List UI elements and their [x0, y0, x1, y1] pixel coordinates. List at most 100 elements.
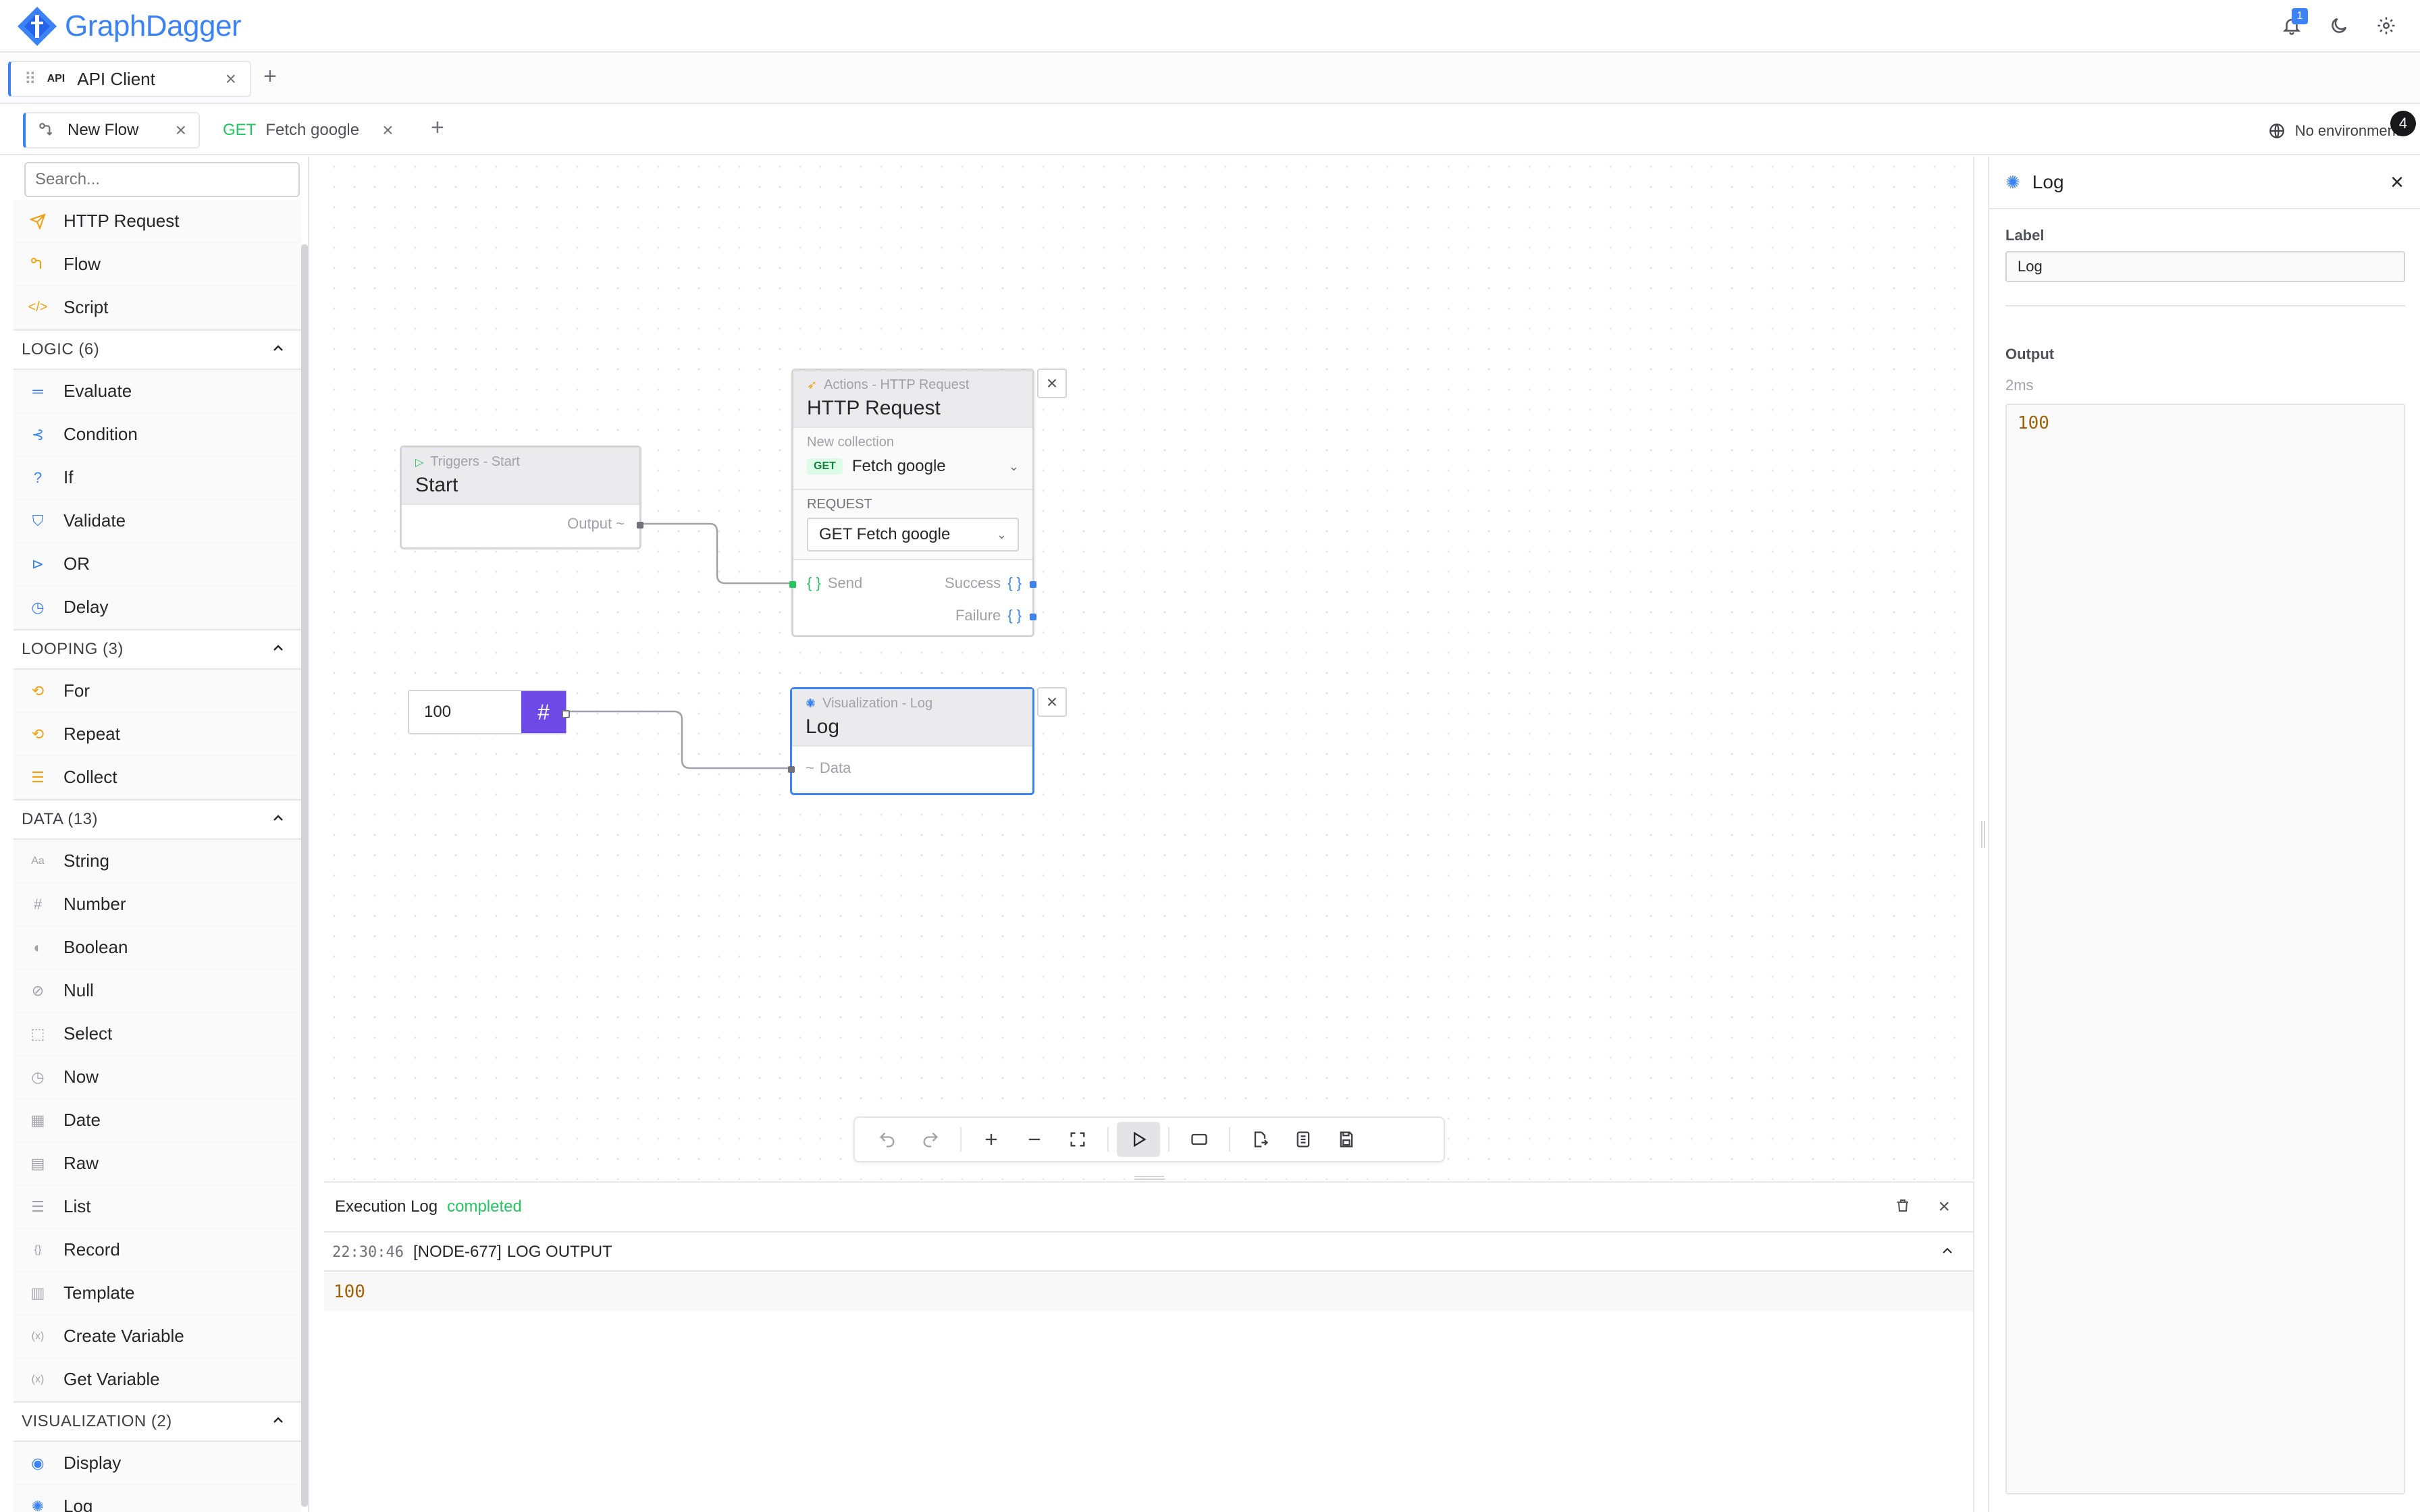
palette-item[interactable]: ? If [14, 456, 301, 500]
theme-toggle-button[interactable] [2325, 12, 2352, 39]
close-icon[interactable]: × [382, 119, 393, 141]
braces-icon: { } [1007, 607, 1022, 624]
close-inspector-button[interactable]: × [2390, 169, 2404, 196]
palette-item[interactable]: ☰ Collect [14, 756, 301, 799]
section-header[interactable]: DATA (13) [14, 799, 301, 840]
chevron-up-icon[interactable] [270, 810, 286, 830]
output-value: 100 [2018, 413, 2049, 433]
data-input-port[interactable] [788, 766, 795, 773]
palette-item[interactable]: (x) Create Variable [14, 1315, 301, 1358]
palette-item[interactable]: ⊳ OR [14, 543, 301, 586]
start-node[interactable]: ▷ Triggers - Start Start Output ~ [400, 446, 643, 549]
palette-item[interactable]: ▦ Date [14, 1099, 301, 1142]
number-output-port[interactable] [562, 710, 570, 718]
log-node[interactable]: ✺ Visualization - Log Log ~ Data [788, 687, 1034, 795]
canvas-toolbar [853, 1116, 1445, 1162]
close-log-button[interactable]: × [1938, 1195, 1950, 1218]
search-input[interactable] [24, 162, 300, 197]
run-flow-button[interactable] [1117, 1122, 1160, 1157]
palette-item[interactable]: # Number [14, 883, 301, 926]
add-flow-tab-button[interactable]: + [431, 115, 444, 141]
section-header[interactable]: LOOPING (3) [14, 629, 301, 670]
request-picker[interactable]: GET Fetch google ⌄ [807, 457, 1019, 476]
palette-item-http-request[interactable]: HTTP Request [14, 200, 301, 243]
http-request-node[interactable]: ➶ Actions - HTTP Request HTTP Request New… [789, 369, 1036, 637]
notifications-button[interactable]: 1 [2278, 8, 2308, 39]
workspace-tab-api-client[interactable]: ⠿ API API Client × [8, 61, 251, 97]
flow-canvas[interactable]: ▷ Triggers - Start Start Output ~ ➶ Actions… [324, 157, 1974, 1180]
failure-output-port[interactable] [1030, 614, 1036, 620]
palette-item[interactable]: ⟲ For [14, 670, 301, 713]
chevron-up-icon[interactable] [270, 340, 286, 360]
clear-log-button[interactable] [1895, 1197, 1911, 1217]
palette-item[interactable]: ◷ Delay [14, 586, 301, 629]
panel-resize-handle[interactable] [1981, 821, 1985, 848]
label-input[interactable]: Log [2005, 251, 2405, 282]
palette-item-label: Collect [63, 767, 117, 787]
palette-item[interactable]: ◉ Display [14, 1442, 301, 1485]
zoom-out-button[interactable] [1013, 1122, 1056, 1157]
palette-item-flow[interactable]: Flow [14, 243, 301, 286]
palette-item-icon: ◉ [31, 1454, 45, 1472]
chevron-up-icon[interactable] [270, 640, 286, 659]
settings-button[interactable] [2373, 12, 2400, 39]
chevron-up-icon[interactable] [270, 1412, 286, 1432]
palette-item[interactable]: ✺ Log [14, 1485, 301, 1512]
environment-selector[interactable]: No environment 4 [2268, 111, 2416, 148]
palette-item[interactable]: (x) Get Variable [14, 1358, 301, 1401]
number-value[interactable]: 100 [409, 691, 521, 733]
send-input-port[interactable] [789, 581, 796, 588]
palette-item[interactable]: ▤ Raw [14, 1142, 301, 1185]
output-port-label: Output [567, 515, 612, 532]
undo-button[interactable] [866, 1122, 909, 1157]
close-icon[interactable]: × [176, 119, 186, 141]
add-workspace-tab-button[interactable]: + [263, 63, 277, 90]
fit-view-button[interactable] [1056, 1122, 1099, 1157]
success-output-port[interactable] [1030, 581, 1036, 588]
palette-item[interactable]: ⊘ Null [14, 969, 301, 1013]
palette-item[interactable]: Aa String [14, 840, 301, 883]
save-button[interactable] [1325, 1122, 1368, 1157]
tab-fetch-google[interactable]: GET Fetch google × [216, 112, 400, 148]
delete-http-node-button[interactable]: × [1037, 369, 1067, 398]
log-entry[interactable]: 22:30:46 [NODE-677] LOG OUTPUT [324, 1234, 1973, 1272]
frame-button[interactable] [1178, 1122, 1221, 1157]
number-node[interactable]: 100 # [408, 690, 570, 734]
notes-button[interactable] [1282, 1122, 1325, 1157]
chevron-up-icon[interactable] [1939, 1243, 1955, 1262]
palette-item[interactable]: ⬚ Select [14, 1013, 301, 1056]
sidebar-scrollbar[interactable] [301, 244, 308, 1507]
output-viewer[interactable]: 100 [2005, 404, 2405, 1494]
save-icon [1340, 1131, 1353, 1148]
palette-item[interactable]: ◐ Boolean [14, 926, 301, 969]
output-duration: 2ms [2005, 377, 2034, 394]
palette-item[interactable]: ☰ List [14, 1185, 301, 1228]
palette-item-icon: ⊳ [31, 555, 45, 572]
request-select-value: GET Fetch google [819, 525, 951, 543]
palette-item[interactable]: ⊰ Condition [14, 413, 301, 456]
export-button[interactable] [1238, 1122, 1282, 1157]
drag-handle-icon[interactable]: ⠿ [24, 70, 36, 89]
tab-new-flow[interactable]: New Flow × [23, 112, 200, 148]
palette-item-script[interactable]: </> Script [14, 286, 301, 329]
delete-log-node-button[interactable]: × [1037, 687, 1067, 717]
resize-grip[interactable] [1134, 1176, 1164, 1180]
bug-icon: ✺ [806, 697, 816, 710]
palette-item[interactable]: ◷ Now [14, 1056, 301, 1099]
notification-badge: 1 [2292, 8, 2308, 24]
app-logo[interactable]: GraphDagger [16, 4, 242, 49]
output-port[interactable] [637, 522, 643, 529]
redo-button[interactable] [909, 1122, 952, 1157]
palette-item[interactable]: ═ Evaluate [14, 370, 301, 413]
close-icon[interactable]: × [226, 68, 236, 90]
palette-item[interactable]: ▥ Template [14, 1272, 301, 1315]
palette-item-icon: ☰ [31, 1197, 45, 1215]
toolbar-divider [1107, 1127, 1109, 1152]
request-select[interactable]: GET Fetch google ⌄ [807, 518, 1019, 551]
section-header[interactable]: LOGIC (6) [14, 329, 301, 370]
palette-item[interactable]: {} Record [14, 1228, 301, 1272]
palette-item[interactable]: ⛉ Validate [14, 500, 301, 543]
zoom-in-button[interactable] [970, 1122, 1013, 1157]
palette-item[interactable]: ⟲ Repeat [14, 713, 301, 756]
section-header[interactable]: VISUALIZATION (2) [14, 1401, 301, 1442]
